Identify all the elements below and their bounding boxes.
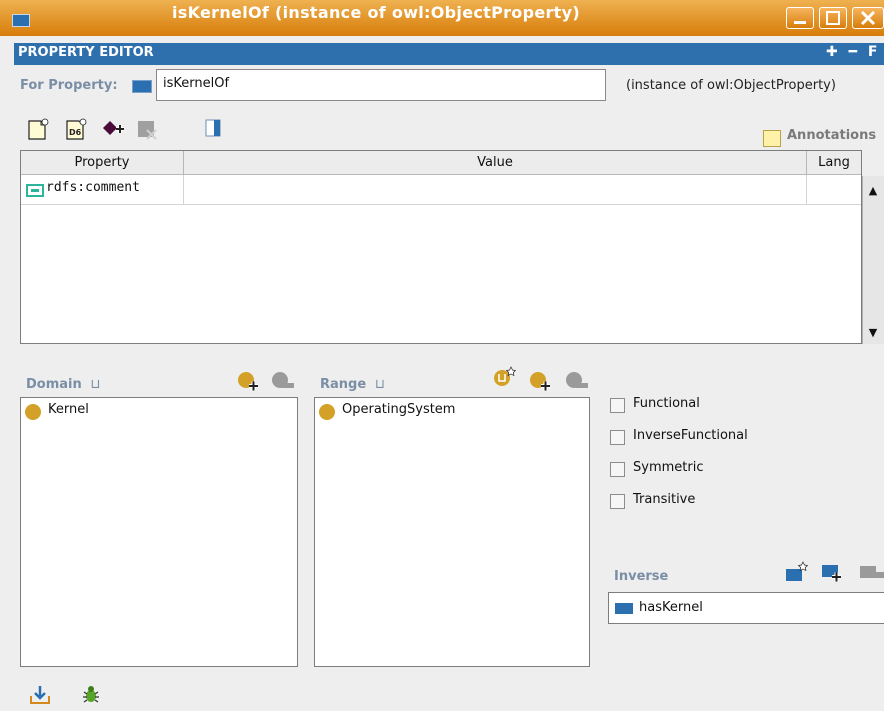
remove-range-class-button[interactable] — [564, 370, 588, 392]
inverse-label: Inverse — [614, 569, 669, 584]
inverse-functional-checkbox[interactable] — [610, 430, 625, 445]
export-icon[interactable] — [28, 684, 52, 706]
domain-list[interactable]: Kernel — [20, 397, 298, 667]
transitive-checkbox[interactable] — [610, 494, 625, 509]
scroll-down-icon[interactable]: ▼ — [863, 326, 883, 339]
create-inverse-property-button[interactable] — [784, 560, 809, 582]
create-named-annotation-icon[interactable]: D6 — [64, 117, 88, 141]
create-annotation-icon[interactable] — [26, 117, 50, 141]
symmetric-label[interactable]: Symmetric — [633, 460, 703, 475]
list-item[interactable]: OperatingSystem — [342, 402, 455, 417]
list-item[interactable]: Kernel — [48, 402, 89, 417]
class-icon — [319, 404, 335, 420]
column-header-property[interactable]: Property — [21, 151, 184, 175]
scroll-up-icon[interactable]: ▲ — [863, 184, 883, 197]
instance-of-text: (instance of owl:ObjectProperty) — [626, 78, 836, 93]
add-inverse-property-button[interactable] — [820, 562, 842, 584]
inverse-property-list[interactable]: hasKernel — [608, 592, 884, 624]
table-scrollbar[interactable]: ▲ ▼ — [862, 176, 884, 344]
column-header-lang[interactable]: Lang — [807, 151, 861, 175]
table-row[interactable]: rdfs:comment — [21, 175, 184, 205]
create-range-class-button[interactable] — [492, 365, 517, 387]
domain-label: Domain ⊔ — [26, 377, 101, 392]
close-icon — [860, 10, 876, 26]
maximize-button[interactable] — [819, 7, 847, 29]
list-item[interactable]: hasKernel — [639, 600, 703, 615]
domain-expand-icon[interactable]: ⊔ — [86, 377, 100, 392]
minimize-button[interactable] — [786, 7, 814, 29]
annotations-icon — [763, 130, 781, 147]
add-annotation-property-icon[interactable] — [100, 117, 124, 141]
row-value-cell[interactable] — [184, 175, 807, 205]
annotation-property-icon — [26, 184, 44, 197]
property-editor-header: PROPERTY EDITOR ✚ ━ F T — [14, 43, 884, 65]
range-list[interactable]: OperatingSystem — [314, 397, 590, 667]
object-property-icon — [615, 603, 633, 614]
maximize-icon — [826, 11, 840, 25]
bug-icon[interactable] — [80, 684, 102, 706]
add-domain-class-button[interactable] — [236, 370, 258, 392]
range-label: Range ⊔ — [320, 377, 385, 392]
transitive-label[interactable]: Transitive — [633, 492, 695, 507]
functional-checkbox[interactable] — [610, 398, 625, 413]
window-property-icon — [12, 14, 30, 27]
window-title: isKernelOf (instance of owl:ObjectProper… — [172, 3, 580, 22]
annotations-label[interactable]: Annotations — [787, 128, 876, 143]
remove-domain-class-button[interactable] — [270, 370, 294, 392]
view-icon[interactable] — [202, 117, 226, 141]
range-expand-icon[interactable]: ⊔ — [371, 377, 385, 392]
header-tool-icons[interactable]: ✚ ━ F T — [826, 44, 884, 60]
row-property: rdfs:comment — [46, 180, 140, 195]
property-name-field[interactable]: isKernelOf — [156, 69, 606, 101]
row-lang-cell[interactable] — [807, 175, 861, 205]
minimize-icon — [794, 21, 806, 24]
close-button[interactable] — [852, 7, 884, 29]
object-property-icon — [132, 80, 152, 93]
class-icon — [25, 404, 41, 420]
remove-inverse-property-button[interactable] — [858, 562, 884, 584]
svg-text:D6: D6 — [69, 128, 82, 137]
annotations-table: Property Value Lang rdfs:comment — [20, 150, 862, 344]
window-title-bar[interactable]: isKernelOf (instance of owl:ObjectProper… — [0, 0, 884, 36]
for-property-label: For Property: — [20, 78, 118, 93]
column-header-value[interactable]: Value — [184, 151, 807, 175]
add-range-class-button[interactable] — [528, 370, 550, 392]
symmetric-checkbox[interactable] — [610, 462, 625, 477]
functional-label[interactable]: Functional — [633, 396, 700, 411]
header-title: PROPERTY EDITOR — [18, 45, 154, 60]
delete-annotation-icon[interactable] — [136, 117, 160, 141]
inverse-functional-label[interactable]: InverseFunctional — [633, 428, 748, 443]
